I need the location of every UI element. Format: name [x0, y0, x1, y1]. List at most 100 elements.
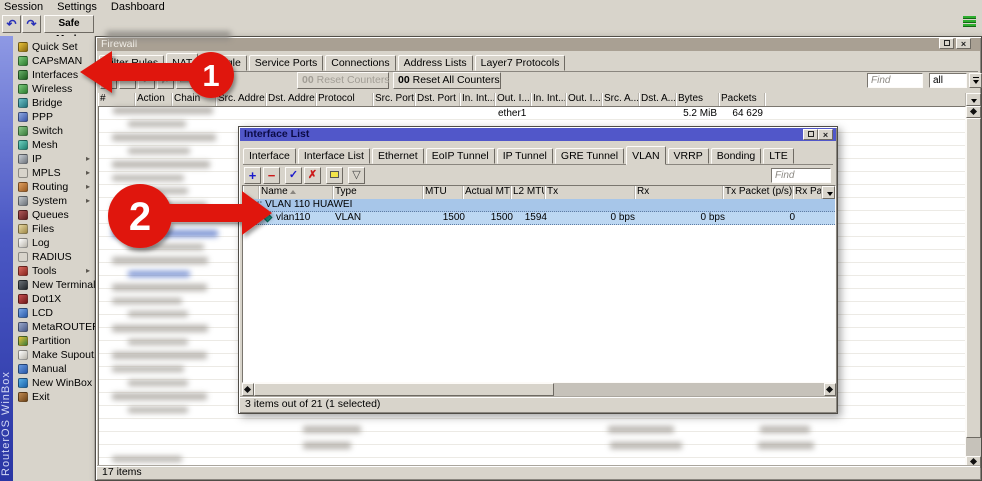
sidebar-item-wireless[interactable]: Wireless [14, 82, 93, 96]
add-button[interactable]: + [244, 167, 261, 184]
col-mtu[interactable]: MTU [423, 186, 463, 199]
safe-mode-button[interactable]: Safe Mode [44, 15, 94, 33]
sidebar-item-bridge[interactable]: Bridge [14, 96, 93, 110]
tab-address-lists[interactable]: Address Lists [398, 55, 473, 71]
tab-mangle[interactable]: Mangle [200, 55, 246, 71]
col-chain[interactable]: Chain [172, 93, 216, 106]
sidebar-item-system[interactable]: System [14, 194, 93, 208]
col-out-interface[interactable]: Out. I... [495, 93, 531, 106]
disable-button[interactable]: ✗ [304, 167, 321, 184]
tab-nat[interactable]: NAT [166, 53, 198, 72]
close-icon[interactable]: × [956, 38, 971, 49]
tab-eoip-tunnel[interactable]: EoIP Tunnel [426, 148, 495, 164]
sidebar-item-ppp[interactable]: PPP [14, 110, 93, 124]
col-rx[interactable]: Rx [635, 186, 723, 199]
interface-table[interactable]: Name Type MTU Actual MTU L2 MTU Tx Rx Tx… [242, 185, 836, 383]
redo-icon[interactable]: ↷ [22, 15, 41, 33]
menu-session[interactable]: Session [4, 1, 43, 13]
disable-button[interactable]: ✗ [157, 72, 174, 89]
sidebar-item-radius[interactable]: RADIUS [14, 250, 93, 264]
sidebar-item-routing[interactable]: Routing [14, 180, 93, 194]
tab-lte[interactable]: LTE [763, 148, 793, 164]
reset-all-counters-button[interactable]: 00 Reset All Counters [393, 72, 501, 89]
firewall-filter-dropdown[interactable]: all [929, 73, 967, 88]
sidebar-item-tools[interactable]: Tools [14, 264, 93, 278]
sidebar-item-new-terminal[interactable]: New Terminal [14, 278, 93, 292]
col-dst-port[interactable]: Dst. Port [415, 93, 460, 106]
tab-interface[interactable]: Interface [243, 148, 296, 164]
sidebar-item-switch[interactable]: Switch [14, 124, 93, 138]
col-number[interactable]: # [98, 93, 135, 106]
col-in-interface[interactable]: In. Int... [460, 93, 495, 106]
tab-layer7-protocols[interactable]: Layer7 Protocols [475, 55, 566, 71]
sidebar-item-capsman[interactable]: CAPsMAN [14, 54, 93, 68]
maximize-icon[interactable] [939, 38, 954, 49]
tab-vrrp[interactable]: VRRP [668, 148, 709, 164]
scroll-thumb[interactable] [966, 118, 981, 438]
col-packets[interactable]: Packets [719, 93, 765, 106]
sidebar-item-files[interactable]: Files [14, 222, 93, 236]
tab-filter-rules[interactable]: Filter Rules [99, 55, 164, 71]
remove-button[interactable]: − [263, 167, 280, 184]
col-actual-mtu[interactable]: Actual MTU [463, 186, 511, 199]
sidebar-item-ip[interactable]: IP [14, 152, 93, 166]
menu-settings[interactable]: Settings [57, 1, 97, 13]
col-src-address-list[interactable]: Src. A... [602, 93, 639, 106]
tab-gre-tunnel[interactable]: GRE Tunnel [555, 148, 624, 164]
sidebar-item-queues[interactable]: Queues [14, 208, 93, 222]
scroll-left-icon[interactable] [242, 383, 254, 396]
scroll-thumb[interactable] [254, 383, 554, 396]
enable-button[interactable]: ✓ [138, 72, 155, 89]
column-selector-icon[interactable] [822, 186, 835, 199]
filter-dropdown-icon[interactable] [969, 73, 982, 88]
interface-list-hscrollbar[interactable] [242, 383, 836, 396]
col-tx[interactable]: Tx [545, 186, 635, 199]
sidebar-item-mesh[interactable]: Mesh [14, 138, 93, 152]
col-l2-mtu[interactable]: L2 MTU [511, 186, 545, 199]
sidebar-item-dot1x[interactable]: Dot1X [14, 292, 93, 306]
col-type[interactable]: Type [333, 186, 423, 199]
menu-dashboard[interactable]: Dashboard [111, 1, 165, 13]
scroll-up-icon[interactable] [966, 106, 981, 118]
col-action[interactable]: Action [135, 93, 172, 106]
sidebar-item-new-winbox[interactable]: New WinBox [14, 376, 93, 390]
enable-button[interactable]: ✓ [285, 167, 302, 184]
firewall-vscrollbar[interactable] [966, 106, 981, 468]
reset-counters-button[interactable]: 00 Reset Counters [297, 72, 389, 89]
col-in-interface-list[interactable]: In. Int... [531, 93, 566, 106]
tab-ip-tunnel[interactable]: IP Tunnel [497, 148, 553, 164]
scroll-right-icon[interactable] [824, 383, 836, 396]
close-icon[interactable]: × [818, 129, 833, 140]
col-out-interface-list[interactable]: Out. I... [566, 93, 602, 106]
sidebar-item-mpls[interactable]: MPLS [14, 166, 93, 180]
tab-service-ports[interactable]: Service Ports [249, 55, 323, 71]
col-dst-address[interactable]: Dst. Address [266, 93, 316, 106]
column-selector-icon[interactable] [966, 93, 981, 106]
sidebar-item-interfaces[interactable]: Interfaces [14, 68, 93, 82]
add-button[interactable]: + [100, 72, 117, 89]
tab-bonding[interactable]: Bonding [711, 148, 762, 164]
filter-icon[interactable]: ▽ [348, 167, 365, 184]
col-tx-packet[interactable]: Tx Packet (p/s) [723, 186, 793, 199]
sidebar-item-partition[interactable]: Partition [14, 334, 93, 348]
undo-icon[interactable]: ↶ [2, 15, 21, 33]
col-rx-packet[interactable]: Rx Pack [793, 186, 822, 199]
sidebar-item-log[interactable]: Log [14, 236, 93, 250]
sidebar-item-exit[interactable]: Exit [14, 390, 93, 404]
tab-vlan[interactable]: VLAN [626, 146, 665, 165]
firewall-find-input[interactable] [867, 73, 923, 88]
col-bytes[interactable]: Bytes [676, 93, 719, 106]
col-name[interactable]: Name [259, 186, 333, 199]
tab-interface-list[interactable]: Interface List [298, 148, 370, 164]
col-protocol[interactable]: Protocol [316, 93, 373, 106]
interface-list-find-input[interactable] [771, 168, 831, 183]
sidebar-item-lcd[interactable]: LCD [14, 306, 93, 320]
col-src-address[interactable]: Src. Address [216, 93, 266, 106]
comment-button[interactable]: ▭ [176, 72, 193, 89]
comment-button[interactable] [326, 167, 343, 184]
maximize-icon[interactable] [803, 129, 818, 140]
col-dst-address-list[interactable]: Dst. A... [639, 93, 676, 106]
col-src-port[interactable]: Src. Port [373, 93, 415, 106]
remove-button[interactable]: − [119, 72, 136, 89]
tab-connections[interactable]: Connections [325, 55, 395, 71]
